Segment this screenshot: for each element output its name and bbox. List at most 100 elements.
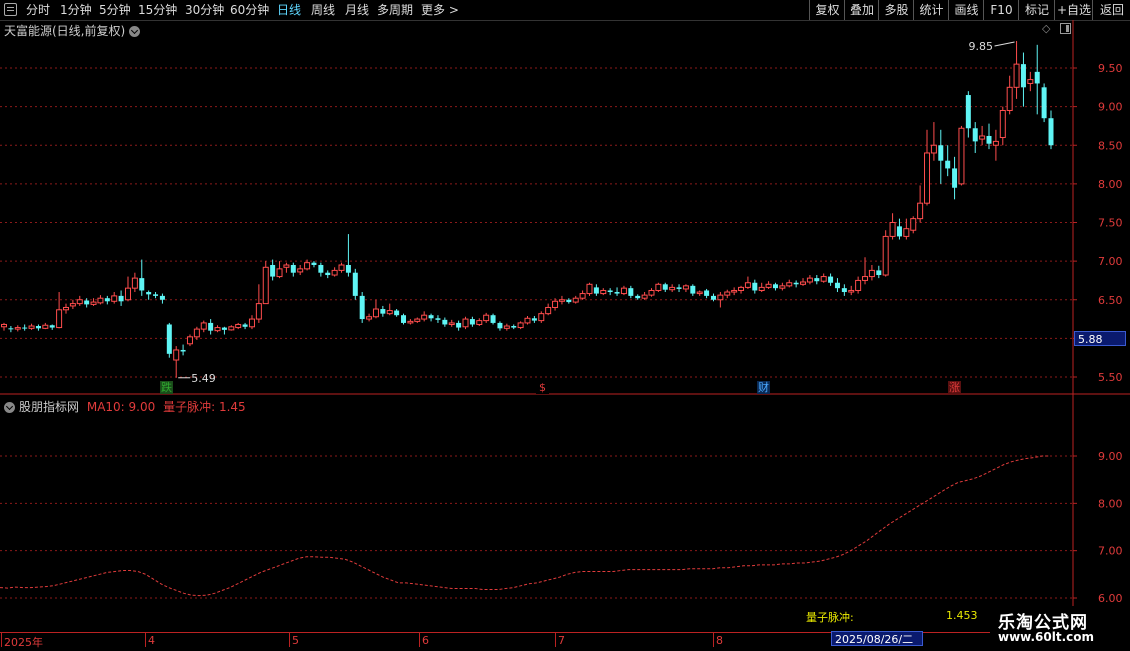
candle-body-down <box>497 322 503 329</box>
candle-body-up <box>744 282 751 288</box>
candle-body-down <box>394 310 400 316</box>
panel-toggle-icon[interactable] <box>1060 23 1071 34</box>
period-toolbar: 分时 1分钟 5分钟 15分钟 30分钟 60分钟 日线 周线 月线 多周期 更多 > 复权 叠加 多股… <box>0 0 1130 21</box>
candle-body-up <box>572 297 579 303</box>
candle-body-down <box>531 318 537 321</box>
candle-body-up <box>924 152 931 204</box>
candle-body-down <box>793 282 799 285</box>
candle-body-up <box>524 317 531 324</box>
event-marker-1[interactable]: $ <box>536 381 549 394</box>
candle-body-up <box>848 289 855 293</box>
toolbar-button-3[interactable]: 统计 <box>913 0 949 20</box>
candle-body-up <box>558 299 565 302</box>
candle-body-up <box>255 303 262 320</box>
candle-body-up <box>62 306 69 311</box>
candle-body-up <box>682 285 689 290</box>
period-tab-9[interactable]: 多周期 <box>377 2 413 18</box>
candle-body-down <box>290 264 296 273</box>
event-marker-2[interactable]: 财 <box>757 381 770 394</box>
event-marker-0[interactable]: 跌 <box>160 381 173 394</box>
candle-body-up <box>731 289 738 293</box>
period-tab-8[interactable]: 月线 <box>345 2 369 18</box>
candle-body-up <box>283 264 290 268</box>
candle-body-up <box>372 308 379 318</box>
indicator-tick-label: 9.00 <box>1098 450 1123 463</box>
date-tick <box>555 633 556 647</box>
chevron-down-icon[interactable] <box>129 26 141 37</box>
candle-body-up <box>214 327 221 332</box>
menu-icon[interactable] <box>4 3 17 16</box>
candle-body-up <box>765 283 772 288</box>
toolbar-button-5[interactable]: F10 <box>983 0 1019 20</box>
candle-body-up <box>14 327 21 330</box>
price-tick-label: 9.00 <box>1098 101 1123 114</box>
candle-body-down <box>345 264 351 273</box>
price-tick-label: 6.50 <box>1098 294 1123 307</box>
toolbar-button-7[interactable]: +自选 <box>1054 0 1093 20</box>
price-tick-label: 8.00 <box>1098 178 1123 191</box>
diamond-icon[interactable]: ◇ <box>1042 22 1050 35</box>
candle-body-down <box>876 270 882 276</box>
candle-body-up <box>338 264 345 271</box>
candle-body-down <box>318 264 324 273</box>
candle-body-up <box>786 282 793 287</box>
candle-body-up <box>917 202 924 220</box>
candle-body-up <box>386 310 393 315</box>
candle-body-up <box>173 349 180 361</box>
candle-body-down <box>635 295 641 299</box>
period-tab-3[interactable]: 15分钟 <box>138 2 177 18</box>
candle-body-up <box>552 300 559 308</box>
candle-body-up <box>979 135 986 140</box>
candle-body-up <box>910 218 917 231</box>
candle-body-up <box>538 313 545 322</box>
candle-body-up <box>297 268 304 273</box>
candle-body-down <box>566 299 572 303</box>
period-tab-4[interactable]: 30分钟 <box>185 2 224 18</box>
candle-body-up <box>669 286 676 291</box>
candle-body-up <box>806 277 813 283</box>
toolbar-button-1[interactable]: 叠加 <box>844 0 879 20</box>
candle-body-up <box>421 314 428 320</box>
indicator-chevron-icon[interactable] <box>4 402 15 413</box>
period-tab-0[interactable]: 分时 <box>26 2 50 18</box>
date-tick <box>713 633 714 647</box>
candle-body-down <box>1034 71 1040 84</box>
period-tab-2[interactable]: 5分钟 <box>99 2 131 18</box>
price-tick-label: 7.50 <box>1098 217 1123 230</box>
candle-body-up <box>97 297 104 304</box>
period-tab-7[interactable]: 周线 <box>311 2 335 18</box>
candle-body-up <box>889 222 896 237</box>
period-tab-10[interactable]: 更多 > <box>421 2 459 18</box>
candle-body-up <box>76 299 83 305</box>
toolbar-button-4[interactable]: 画线 <box>948 0 984 20</box>
ma10-label: MA10: 9.00 <box>86 400 156 414</box>
candle-body-down <box>166 324 172 354</box>
candle-body-down <box>435 318 441 320</box>
candle-body-down <box>146 292 152 295</box>
low-annotation: 5.49 <box>191 372 216 385</box>
stock-title: 天富能源(日线,前复权) <box>4 24 126 38</box>
event-marker-3[interactable]: 涨 <box>948 381 961 394</box>
toolbar-button-0[interactable]: 复权 <box>809 0 845 20</box>
period-tab-5[interactable]: 60分钟 <box>230 2 269 18</box>
candle-body-down <box>986 135 992 144</box>
candle-body-down <box>710 295 716 300</box>
candle-body-up <box>600 289 607 295</box>
high-annotation: 9.85 <box>969 40 994 53</box>
toolbar-button-8[interactable]: 返回 <box>1092 0 1130 20</box>
pulse-readout-label: 量子脉冲: <box>806 611 854 624</box>
toolbar-button-2[interactable]: 多股 <box>878 0 914 20</box>
period-tab-6[interactable]: 日线 <box>277 2 301 18</box>
candle-body-down <box>242 324 248 327</box>
candle-body-down <box>965 95 971 129</box>
candle-body-up <box>235 323 242 329</box>
candle-body-down <box>153 294 159 296</box>
candle-body-up <box>503 325 510 329</box>
toolbar-button-6[interactable]: 标记 <box>1018 0 1055 20</box>
period-tab-1[interactable]: 1分钟 <box>60 2 92 18</box>
candle-body-down <box>359 295 365 320</box>
candle-body-up <box>1 323 7 328</box>
candle-body-down <box>456 322 462 328</box>
candle-body-down <box>704 290 710 296</box>
candle-body-down <box>841 288 847 293</box>
